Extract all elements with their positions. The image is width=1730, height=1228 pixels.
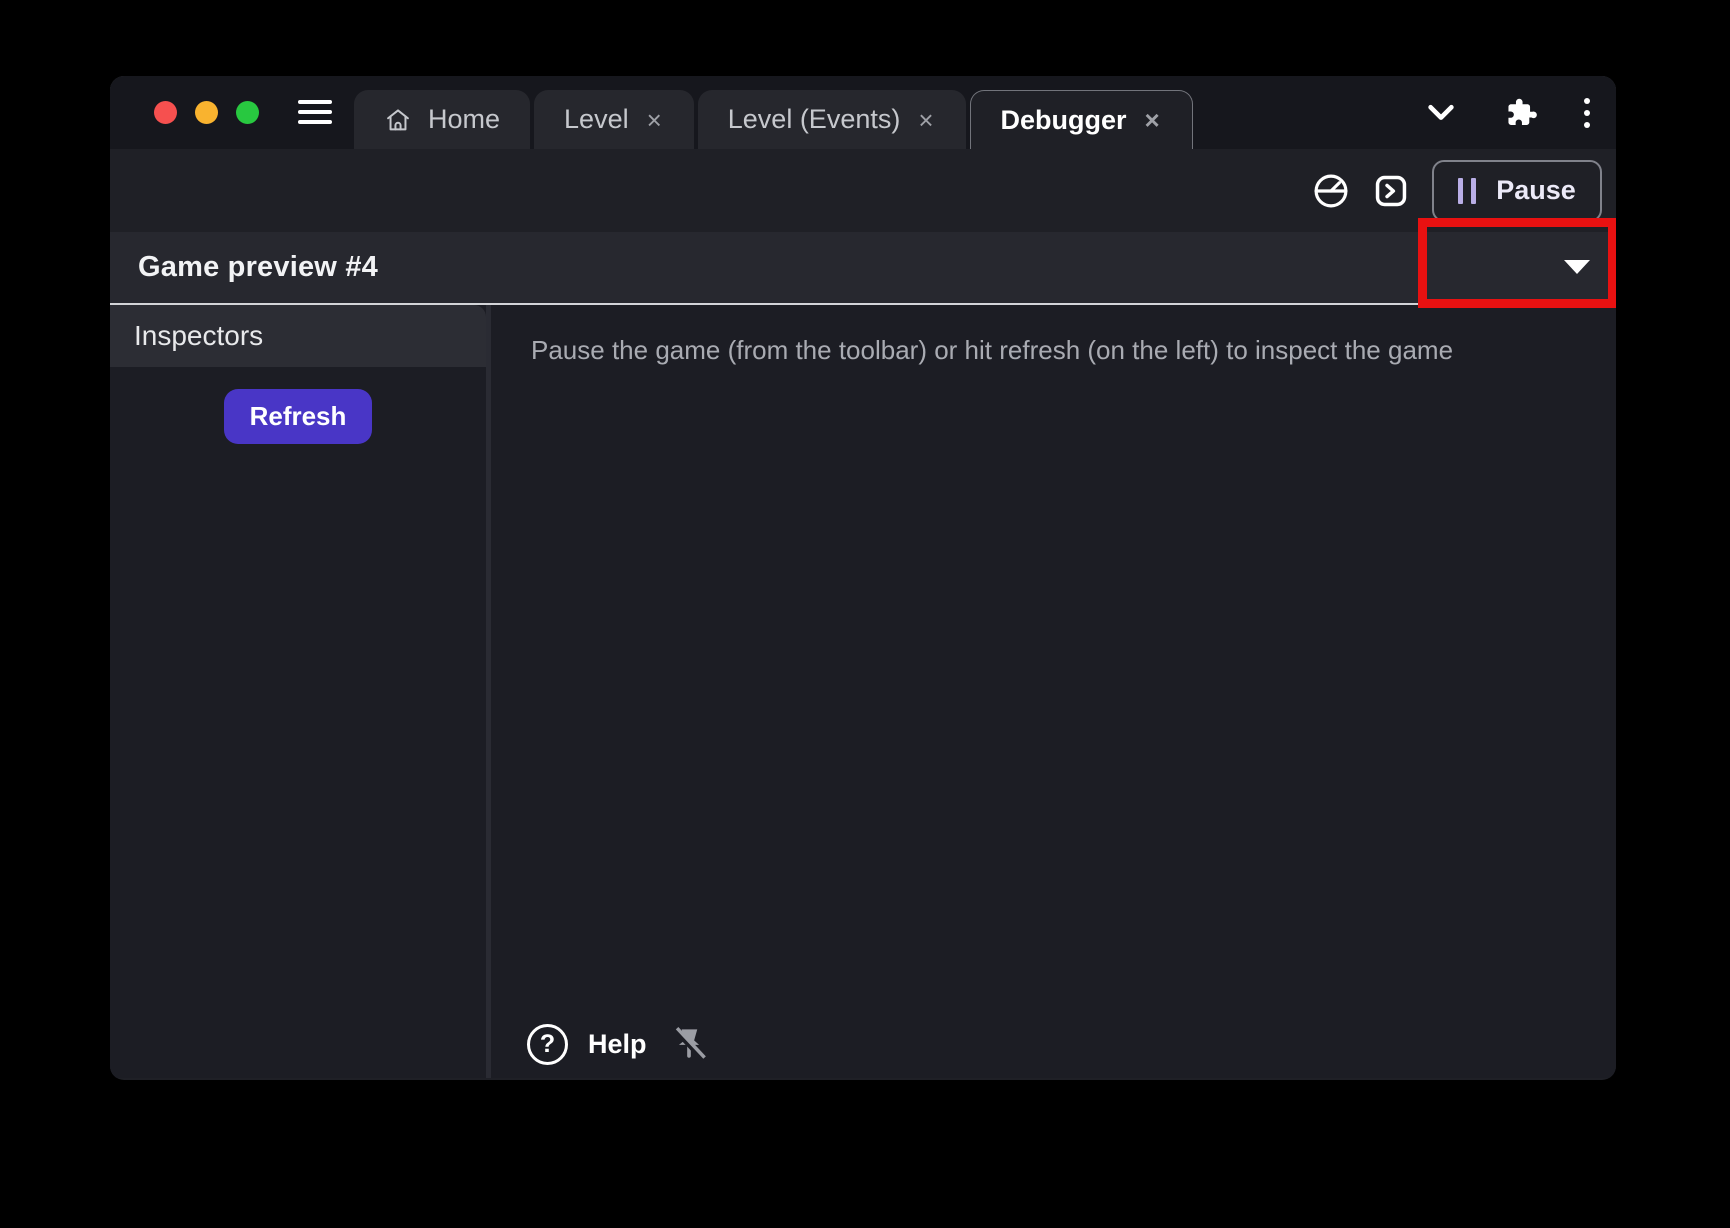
puzzle-icon[interactable]: [1502, 95, 1538, 131]
tab-label: Debugger: [1001, 105, 1127, 136]
dropdown-arrow-icon[interactable]: [1564, 260, 1590, 274]
main-menu-icon[interactable]: [298, 97, 332, 127]
help-row: ? Help: [527, 1022, 711, 1066]
console-icon[interactable]: [1372, 172, 1410, 210]
app-window: Home Level × Level (Events) × Debugger ×: [110, 76, 1616, 1080]
inspector-main-area: Pause the game (from the toolbar) or hit…: [491, 305, 1616, 1078]
tab-home[interactable]: Home: [354, 90, 530, 149]
kebab-menu-icon[interactable]: [1584, 98, 1590, 128]
tab-strip: Home Level × Level (Events) × Debugger ×: [354, 76, 1193, 149]
debugger-toolbar: Pause: [110, 149, 1616, 232]
tabbar-right-actions: [1426, 76, 1616, 149]
close-tab-icon[interactable]: ×: [645, 107, 664, 133]
help-icon[interactable]: ?: [527, 1024, 568, 1065]
tab-bar: Home Level × Level (Events) × Debugger ×: [110, 76, 1616, 149]
tab-label: Level: [564, 104, 629, 135]
profiler-gauge-icon[interactable]: [1312, 172, 1350, 210]
home-icon: [384, 106, 412, 134]
pause-hint-message: Pause the game (from the toolbar) or hit…: [531, 335, 1576, 366]
minimize-window-button[interactable]: [195, 101, 218, 124]
tab-debugger[interactable]: Debugger ×: [970, 90, 1193, 149]
refresh-button[interactable]: Refresh: [224, 389, 373, 444]
tab-level-events[interactable]: Level (Events) ×: [698, 90, 966, 149]
inspectors-header: Inspectors: [110, 305, 486, 367]
close-window-button[interactable]: [154, 101, 177, 124]
game-preview-header[interactable]: Game preview #4: [110, 232, 1616, 305]
tab-label: Level (Events): [728, 104, 901, 135]
help-label[interactable]: Help: [588, 1029, 647, 1060]
zoom-window-button[interactable]: [236, 101, 259, 124]
close-tab-icon[interactable]: ×: [1143, 107, 1162, 133]
pin-off-icon[interactable]: [667, 1022, 711, 1066]
pause-button[interactable]: Pause: [1432, 160, 1602, 222]
debugger-content: Inspectors Refresh Pause the game (from …: [110, 305, 1616, 1078]
tab-label: Home: [428, 104, 500, 135]
window-controls: [154, 76, 259, 149]
pause-icon: [1458, 178, 1476, 204]
game-preview-title: Game preview #4: [138, 251, 378, 284]
close-tab-icon[interactable]: ×: [916, 107, 935, 133]
pause-button-label: Pause: [1496, 175, 1576, 206]
inspectors-header-label: Inspectors: [134, 320, 263, 352]
inspectors-sidebar: Inspectors Refresh: [110, 305, 486, 1078]
tab-level[interactable]: Level ×: [534, 90, 694, 149]
chevron-down-icon[interactable]: [1426, 101, 1456, 125]
